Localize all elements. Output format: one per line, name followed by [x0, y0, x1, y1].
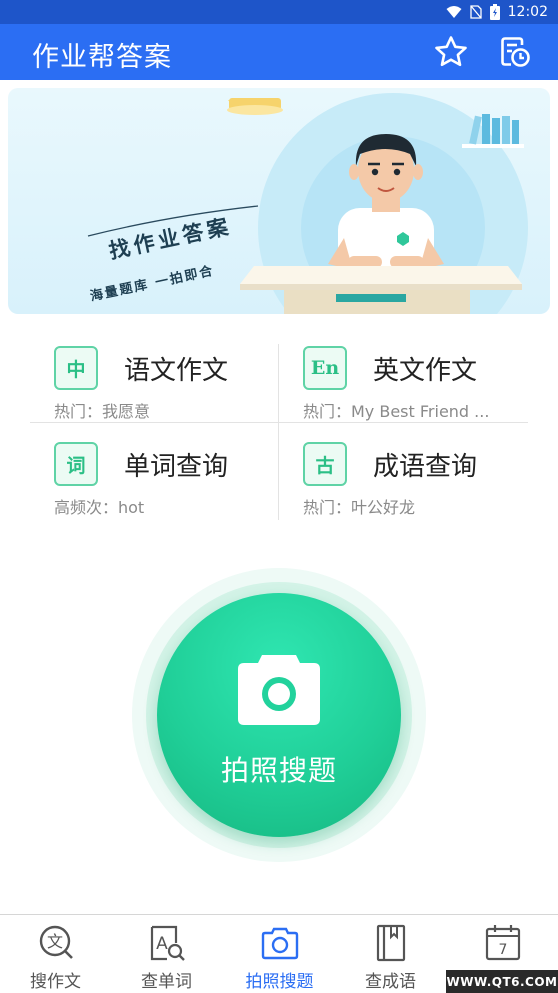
status-bar: 12:02 — [0, 0, 558, 24]
app-bar: 作业帮答案 — [0, 24, 558, 80]
english-essay-entry[interactable]: En 英文作文 热门：My Best Friend ... — [279, 330, 528, 426]
photo-search-button[interactable]: 拍照搜题 — [157, 593, 401, 837]
feature-title: 英文作文 — [373, 356, 478, 386]
wifi-icon — [446, 6, 462, 18]
nav-label: 拍照搜题 — [245, 972, 314, 992]
nav-search-word[interactable]: A 查单词 — [111, 915, 222, 993]
feature-title: 成语查询 — [373, 452, 478, 482]
app-screen: 12:02 作业帮答案 找作业答案 海量题库 一拍即合 中 语文作文 热门：我愿… — [0, 0, 558, 993]
ancient-char-icon: 古 — [303, 442, 347, 486]
promo-banner[interactable]: 找作业答案 海量题库 一拍即合 — [8, 88, 550, 314]
svg-text:文: 文 — [47, 932, 63, 951]
sim-off-icon — [469, 5, 482, 19]
app-title: 作业帮答案 — [32, 42, 172, 73]
word-char-icon: 词 — [54, 442, 98, 486]
chinese-char-icon: 中 — [54, 346, 98, 390]
word-lookup-entry[interactable]: 词 单词查询 高频次：hot — [30, 426, 279, 522]
camera-nav-icon — [261, 927, 299, 960]
search-word-icon: A — [150, 925, 185, 961]
watermark: WWW.QT6.COM — [446, 970, 558, 993]
photo-search-label: 拍照搜题 — [220, 754, 337, 787]
feature-subtitle: 热门：我愿意 — [54, 402, 151, 421]
svg-text:A: A — [156, 934, 168, 954]
book-icon — [376, 924, 406, 962]
calendar-day: 7 — [499, 942, 508, 958]
status-time: 12:02 — [507, 4, 548, 20]
idiom-lookup-entry[interactable]: 古 成语查询 热门：叶公好龙 — [279, 426, 528, 522]
english-icon: En — [303, 346, 347, 390]
feature-title: 单词查询 — [124, 452, 229, 482]
nav-search-essay[interactable]: 文 搜作文 — [0, 915, 111, 993]
battery-icon — [489, 4, 500, 20]
nav-label: 查成语 — [365, 972, 416, 992]
feature-subtitle: 热门：叶公好龙 — [303, 498, 416, 517]
grid-divider-horizontal — [30, 422, 528, 423]
search-essay-icon: 文 — [39, 925, 73, 959]
nav-search-idiom[interactable]: 查成语 — [335, 915, 446, 993]
nav-label: 搜作文 — [30, 972, 81, 992]
nav-photo-search[interactable]: 拍照搜题 — [224, 915, 335, 993]
grid-divider-vertical — [278, 344, 279, 520]
nav-label: 查单词 — [141, 972, 192, 992]
feature-title: 语文作文 — [124, 356, 229, 386]
feature-grid: 中 语文作文 热门：我愿意 En 英文作文 热门：My Best Friend … — [30, 330, 528, 526]
history-icon — [501, 37, 530, 67]
feature-subtitle: 高频次：hot — [54, 498, 145, 517]
camera-icon — [238, 655, 320, 725]
chinese-essay-entry[interactable]: 中 语文作文 热门：我愿意 — [30, 330, 279, 426]
star-icon — [435, 36, 467, 67]
banner-illustration — [87, 93, 528, 314]
feature-subtitle: 热门：My Best Friend ... — [303, 402, 490, 421]
history-button[interactable] — [496, 33, 534, 71]
favorites-button[interactable] — [432, 33, 470, 71]
calendar-icon: 7 — [485, 925, 521, 961]
